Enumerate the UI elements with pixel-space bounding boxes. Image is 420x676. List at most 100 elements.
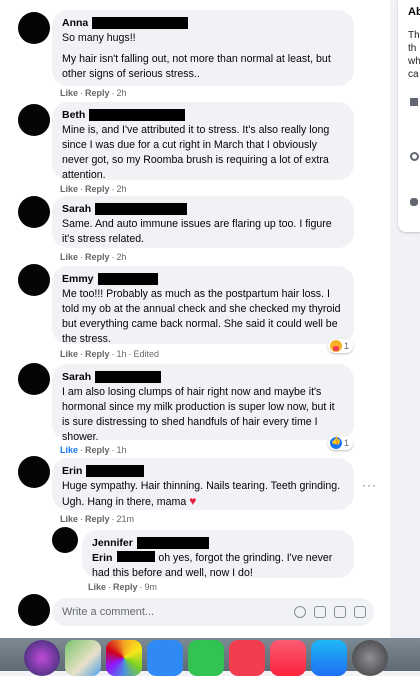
redaction	[92, 17, 189, 29]
heart-emoji-icon: ♥	[189, 494, 197, 508]
care-reaction-icon	[330, 340, 342, 352]
like-link[interactable]: Like	[60, 514, 78, 524]
timestamp[interactable]: 2h	[117, 252, 127, 262]
edited-label[interactable]: Edited	[134, 349, 160, 359]
comment-actions: Like · Reply · 9m	[88, 582, 158, 592]
reply-link[interactable]: Reply	[85, 445, 110, 455]
members-icon	[410, 198, 418, 206]
comment-author[interactable]: Sarah	[62, 203, 91, 215]
redaction	[86, 465, 145, 477]
panel-text-line: wh	[408, 56, 420, 67]
reply-link[interactable]: Reply	[113, 582, 138, 592]
panel-text-line: ca	[408, 69, 419, 80]
redaction	[117, 551, 156, 562]
timestamp[interactable]: 21m	[117, 514, 135, 524]
reply-link[interactable]: Reply	[85, 184, 110, 194]
comment-actions: Like · Reply · 21m	[60, 514, 135, 524]
comment-paragraph: Huge sympathy. Hair thinning. Nails tear…	[62, 480, 341, 508]
like-link[interactable]: Like	[60, 88, 78, 98]
avatar[interactable]	[52, 527, 78, 553]
panel-text-line: th	[408, 43, 417, 54]
comment-author[interactable]: Jennifer	[92, 537, 133, 549]
mention-link[interactable]: Erin	[92, 552, 112, 564]
panel-text-line: Th	[408, 30, 420, 41]
comment-paragraph: So many hugs!!	[62, 32, 136, 44]
comment-paragraph: Same. And auto immune issues are flaring…	[62, 218, 332, 245]
comment-author[interactable]: Anna	[62, 17, 88, 29]
like-link[interactable]: Like	[88, 582, 106, 592]
redaction	[95, 203, 188, 215]
eye-icon	[410, 152, 419, 161]
reaction-badge[interactable]: 1	[328, 436, 354, 450]
camera-icon[interactable]	[314, 606, 326, 618]
comment-text: Mine is, and I've attributed it to stres…	[62, 123, 344, 183]
composer-icons	[294, 606, 366, 618]
comment-text: Erin oh yes, forgot the grinding. I've n…	[92, 551, 344, 581]
comment-author[interactable]: Sarah	[62, 371, 91, 383]
like-link[interactable]: Like	[60, 349, 78, 359]
comment-text: I am also losing clumps of hair right no…	[62, 385, 344, 445]
comment-text: So many hugs!! My hair isn't falling out…	[62, 31, 344, 82]
reaction-badge[interactable]: 1	[328, 339, 354, 353]
avatar[interactable]	[18, 12, 50, 44]
comment-actions: Like · Reply · 2h	[60, 88, 127, 98]
more-options-icon[interactable]: ···	[362, 478, 377, 492]
avatar	[18, 594, 50, 626]
avatar[interactable]	[18, 264, 50, 296]
sticker-icon[interactable]	[354, 606, 366, 618]
avatar[interactable]	[18, 363, 50, 395]
comment-bubble: Erin Huge sympathy. Hair thinning. Nails…	[52, 458, 354, 510]
like-link[interactable]: Like	[60, 252, 78, 262]
comment-paragraph: Me too!!! Probably as much as the postpa…	[62, 288, 341, 345]
gif-icon[interactable]	[334, 606, 346, 618]
comment-paragraph: My hair isn't falling out, not more than…	[62, 53, 331, 80]
comment-placeholder: Write a comment...	[62, 606, 155, 618]
reply-link[interactable]: Reply	[85, 88, 110, 98]
comment-bubble: Sarah I am also losing clumps of hair ri…	[52, 364, 354, 443]
comment-bubble: Emmy Me too!!! Probably as much as the p…	[52, 266, 354, 347]
comment-bubble: Sarah Same. And auto immune issues are f…	[52, 196, 354, 248]
avatar[interactable]	[18, 456, 50, 488]
timestamp[interactable]: 2h	[117, 184, 127, 194]
lock-icon	[410, 98, 418, 106]
avatar[interactable]	[18, 196, 50, 228]
reaction-count: 1	[344, 438, 350, 448]
panel-title: Ab	[408, 6, 420, 18]
redaction	[136, 537, 209, 549]
comment-text: Huge sympathy. Hair thinning. Nails tear…	[62, 479, 344, 510]
redaction	[95, 371, 162, 383]
reply-link[interactable]: Reply	[85, 514, 110, 524]
write-comment-input[interactable]: Write a comment...	[52, 598, 374, 626]
comment-bubble: Jennifer Erin oh yes, forgot the grindin…	[82, 530, 354, 581]
comment-text: Me too!!! Probably as much as the postpa…	[62, 287, 344, 347]
comment-bubble: Anna So many hugs!! My hair isn't fallin…	[52, 10, 354, 86]
comment-actions: Like · Reply · 2h	[60, 252, 127, 262]
comment-actions: Like · Reply · 1h · Edited	[60, 349, 160, 359]
comment-author[interactable]: Emmy	[62, 273, 94, 285]
redaction	[89, 109, 186, 121]
like-link[interactable]: Like	[60, 445, 78, 455]
reply-link[interactable]: Reply	[85, 349, 110, 359]
emoji-icon[interactable]	[294, 606, 306, 618]
group-about-panel: Ab Th th wh ca	[398, 0, 420, 232]
comment-text: Same. And auto immune issues are flaring…	[62, 217, 344, 247]
reaction-count: 1	[344, 341, 350, 351]
comment-paragraph: I am also losing clumps of hair right no…	[62, 386, 335, 443]
comment-author[interactable]: Erin	[62, 465, 82, 477]
comment-author[interactable]: Beth	[62, 109, 85, 121]
like-reaction-icon	[330, 436, 342, 449]
comment-bubble: Beth Mine is, and I've attributed it to …	[52, 102, 354, 183]
comment-composer: Write a comment...	[0, 594, 390, 630]
redaction	[97, 273, 158, 285]
reply-link[interactable]: Reply	[85, 252, 110, 262]
avatar[interactable]	[18, 104, 50, 136]
like-link[interactable]: Like	[60, 184, 78, 194]
timestamp[interactable]: 1h	[117, 445, 127, 455]
timestamp[interactable]: 9m	[145, 582, 158, 592]
comment-actions: Like · Reply · 2h	[60, 184, 127, 194]
comment-actions: Like · Reply · 1h	[60, 445, 127, 455]
macos-dock	[0, 638, 420, 676]
timestamp[interactable]: 1h	[117, 349, 127, 359]
timestamp[interactable]: 2h	[117, 88, 127, 98]
comments-feed: Anna So many hugs!! My hair isn't fallin…	[0, 0, 390, 640]
